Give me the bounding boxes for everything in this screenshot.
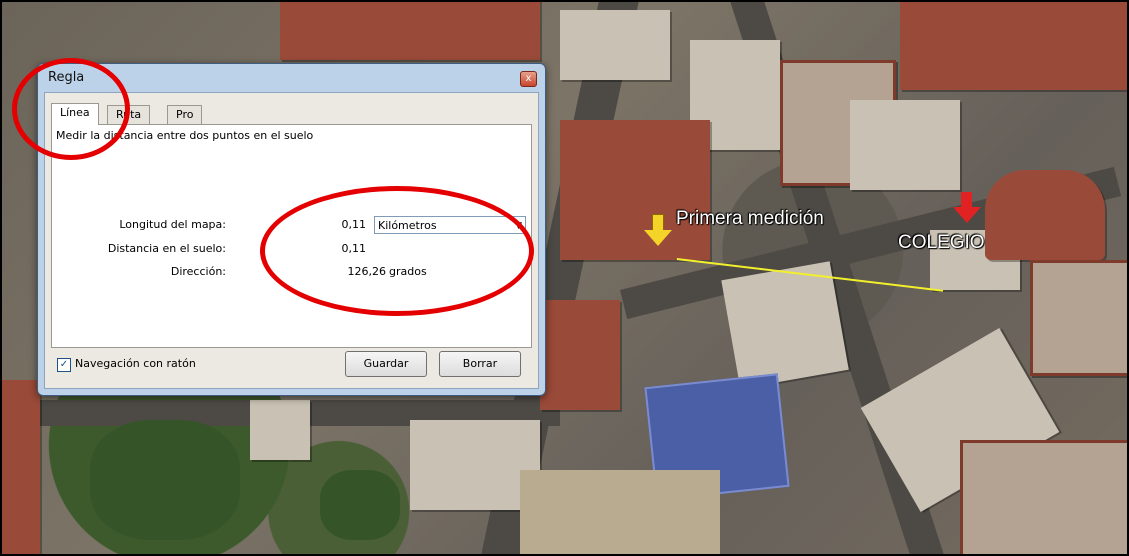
map-length-label: Longitud del mapa: <box>119 218 226 231</box>
mouse-navigation-checkbox[interactable]: ✓ <box>57 358 71 372</box>
school-label: COLEGIO <box>898 232 985 253</box>
map-building <box>985 170 1105 260</box>
dialog-footer: ✓ Navegación con ratón Guardar Borrar <box>45 344 538 388</box>
map-building <box>250 400 310 460</box>
tab-pro[interactable]: Pro <box>167 105 203 124</box>
map-building <box>540 300 620 410</box>
mouse-navigation-label[interactable]: Navegación con ratón <box>75 357 196 370</box>
first-measurement-label: Primera medición <box>676 208 824 229</box>
map-building <box>560 120 710 260</box>
map-trees <box>90 420 240 540</box>
annotation-circle <box>260 186 534 316</box>
close-icon[interactable]: x <box>520 71 537 87</box>
map-building <box>721 261 849 389</box>
tab-linea[interactable]: Línea <box>51 103 99 125</box>
map-building <box>1030 260 1129 376</box>
clear-button[interactable]: Borrar <box>439 351 521 377</box>
map-lot <box>520 470 720 556</box>
heading-label: Dirección: <box>170 265 226 278</box>
map-building <box>900 0 1129 90</box>
map-trees <box>320 470 400 540</box>
map-building <box>960 440 1129 556</box>
map-building <box>850 100 960 190</box>
screenshot-frame: Primera medición COLEGIO Regla x Línea R… <box>0 0 1129 556</box>
map-building <box>280 0 540 60</box>
map-building <box>0 380 40 556</box>
save-button[interactable]: Guardar <box>345 351 427 377</box>
ground-distance-label: Distancia en el suelo: <box>107 242 226 255</box>
map-building <box>560 10 670 80</box>
